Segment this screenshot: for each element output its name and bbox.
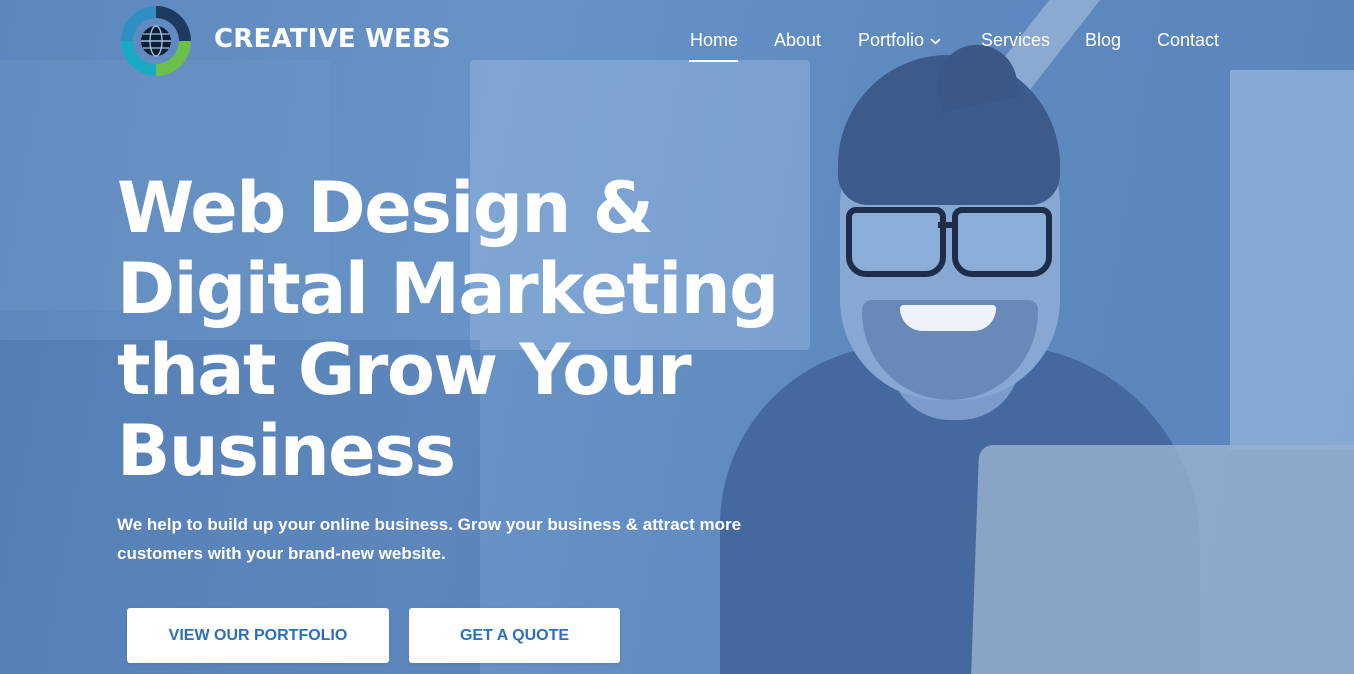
nav-contact[interactable]: Contact [1157, 30, 1219, 51]
brand-name[interactable]: CREATIVE WEBS [214, 24, 451, 54]
nav-blog[interactable]: Blog [1085, 30, 1121, 51]
nav-portfolio[interactable]: Portfolio [858, 30, 941, 51]
person-smile [900, 305, 996, 331]
view-portfolio-button[interactable]: VIEW OUR PORTFOLIO [127, 608, 389, 663]
glasses-bridge [938, 222, 956, 228]
chevron-down-icon [930, 38, 941, 45]
site-header: CREATIVE WEBS Home About Portfolio Servi… [0, 0, 1354, 82]
nav-portfolio-label: Portfolio [858, 30, 925, 50]
glasses-right-lens [952, 207, 1052, 277]
get-quote-button[interactable]: GET A QUOTE [409, 608, 620, 663]
hero-headline: Web Design & Digital Marketing that Grow… [117, 167, 779, 492]
person-head [840, 100, 1060, 400]
nav-services[interactable]: Services [981, 30, 1050, 51]
nav-active-indicator [689, 60, 738, 62]
hero-section: CREATIVE WEBS Home About Portfolio Servi… [0, 0, 1354, 674]
nav-home[interactable]: Home [690, 30, 738, 51]
globe-swirl-logo-icon[interactable] [117, 2, 195, 80]
person-neck [890, 330, 1020, 420]
laptop [970, 445, 1354, 674]
background-window [1230, 70, 1354, 450]
hero-subtext: We help to build up your online business… [117, 515, 742, 563]
nav-about[interactable]: About [774, 30, 821, 51]
person-beard [862, 300, 1038, 400]
glasses-left-lens [846, 207, 946, 277]
